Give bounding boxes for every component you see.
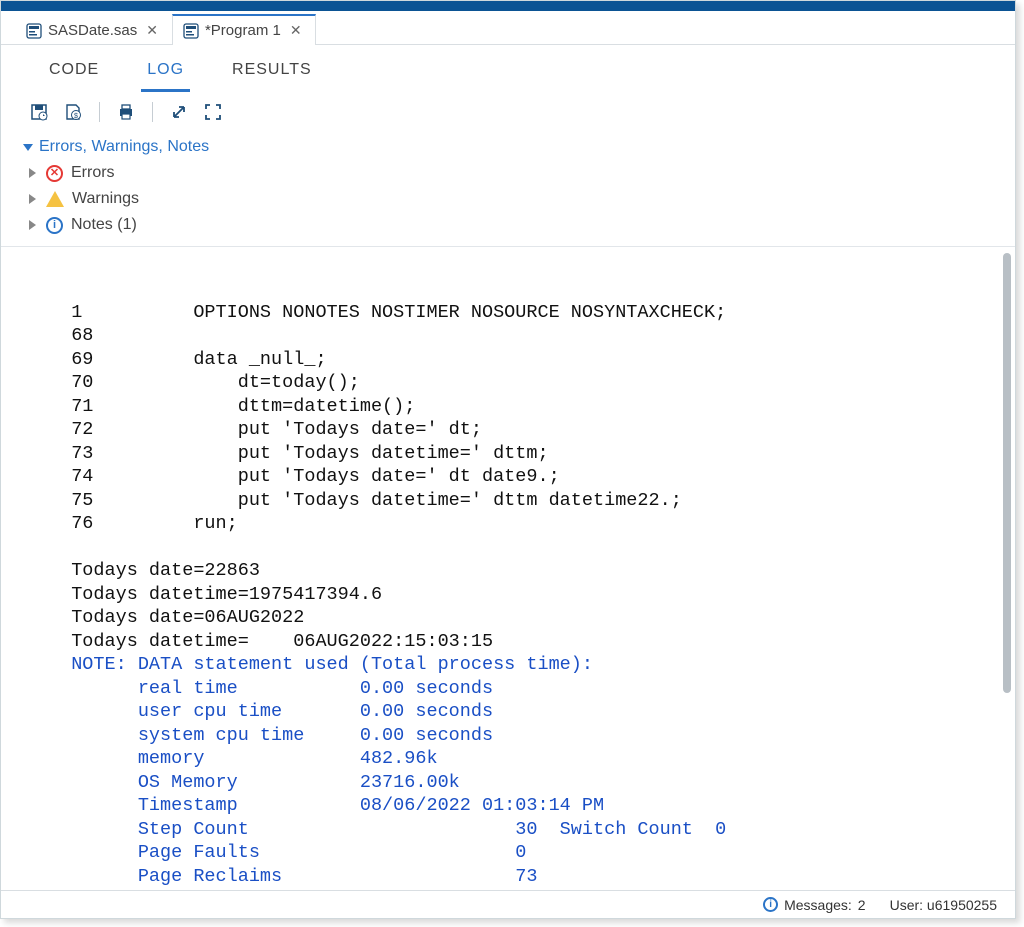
- chevron-right-icon: [29, 220, 36, 230]
- log-summary-title: Errors, Warnings, Notes: [39, 138, 209, 156]
- popout-icon[interactable]: [169, 102, 189, 122]
- svg-text:$: $: [74, 113, 78, 120]
- file-tab-program1[interactable]: *Program 1 ✕: [172, 14, 316, 45]
- log-notes-row[interactable]: i Notes (1): [23, 212, 997, 238]
- log-body-scroll[interactable]: 1 OPTIONS NONOTES NOSTIMER NOSOURCE NOSY…: [1, 247, 1015, 890]
- messages-count: 2: [858, 897, 866, 913]
- fullscreen-icon[interactable]: [203, 102, 223, 122]
- tab-results[interactable]: RESULTS: [226, 57, 318, 92]
- log-body-container: 1 OPTIONS NONOTES NOSTIMER NOSOURCE NOSY…: [1, 247, 1015, 890]
- log-warnings-row[interactable]: Warnings: [23, 186, 997, 212]
- user-label: User:: [890, 897, 923, 913]
- toolbar-separator: [152, 102, 153, 122]
- app-window: SASDate.sas ✕ *Program 1 ✕ CODE LOG RESU…: [0, 0, 1016, 919]
- chevron-right-icon: [29, 194, 36, 204]
- close-icon[interactable]: ✕: [143, 22, 161, 39]
- log-notes-label: Notes (1): [71, 216, 137, 234]
- file-tab-label: SASDate.sas: [48, 22, 137, 39]
- tab-log[interactable]: LOG: [141, 57, 190, 92]
- messages-label: Messages:: [784, 897, 852, 913]
- log-errors-row[interactable]: ✕ Errors: [23, 160, 997, 186]
- info-icon: i: [763, 897, 778, 912]
- log-text-note: NOTE: DATA statement used (Total process…: [49, 654, 726, 886]
- log-output: 1 OPTIONS NONOTES NOSTIMER NOSOURCE NOSY…: [49, 301, 989, 888]
- log-summary-header[interactable]: Errors, Warnings, Notes: [23, 134, 997, 160]
- error-icon: ✕: [46, 165, 63, 182]
- sas-file-icon: [26, 23, 42, 39]
- info-icon: i: [46, 217, 63, 234]
- warning-icon: [46, 191, 64, 207]
- log-errors-label: Errors: [71, 164, 115, 182]
- scrollbar-thumb[interactable]: [1003, 253, 1011, 693]
- sas-file-icon: [183, 23, 199, 39]
- title-bar: [1, 1, 1015, 11]
- toolbar-separator: [99, 102, 100, 122]
- log-summary-panel: Errors, Warnings, Notes ✕ Errors Warning…: [1, 130, 1015, 247]
- close-icon[interactable]: ✕: [287, 22, 305, 39]
- user-value: u61950255: [927, 897, 997, 913]
- log-warnings-label: Warnings: [72, 190, 139, 208]
- download-log-icon[interactable]: $: [63, 102, 83, 122]
- status-user: User: u61950255: [890, 897, 997, 913]
- log-text-plain: 1 OPTIONS NONOTES NOSTIMER NOSOURCE NOSY…: [49, 302, 726, 652]
- file-tab-label: *Program 1: [205, 22, 281, 39]
- save-log-icon[interactable]: [29, 102, 49, 122]
- log-toolbar: $: [1, 92, 1015, 130]
- file-tab-sasdate[interactable]: SASDate.sas ✕: [15, 15, 172, 45]
- status-messages[interactable]: i Messages: 2: [763, 897, 866, 913]
- status-bar: i Messages: 2 User: u61950255: [1, 890, 1015, 918]
- tab-code[interactable]: CODE: [43, 57, 105, 92]
- file-tab-strip: SASDate.sas ✕ *Program 1 ✕: [1, 11, 1015, 45]
- view-tab-strip: CODE LOG RESULTS: [1, 45, 1015, 92]
- print-icon[interactable]: [116, 102, 136, 122]
- chevron-down-icon: [23, 144, 33, 151]
- chevron-right-icon: [29, 168, 36, 178]
